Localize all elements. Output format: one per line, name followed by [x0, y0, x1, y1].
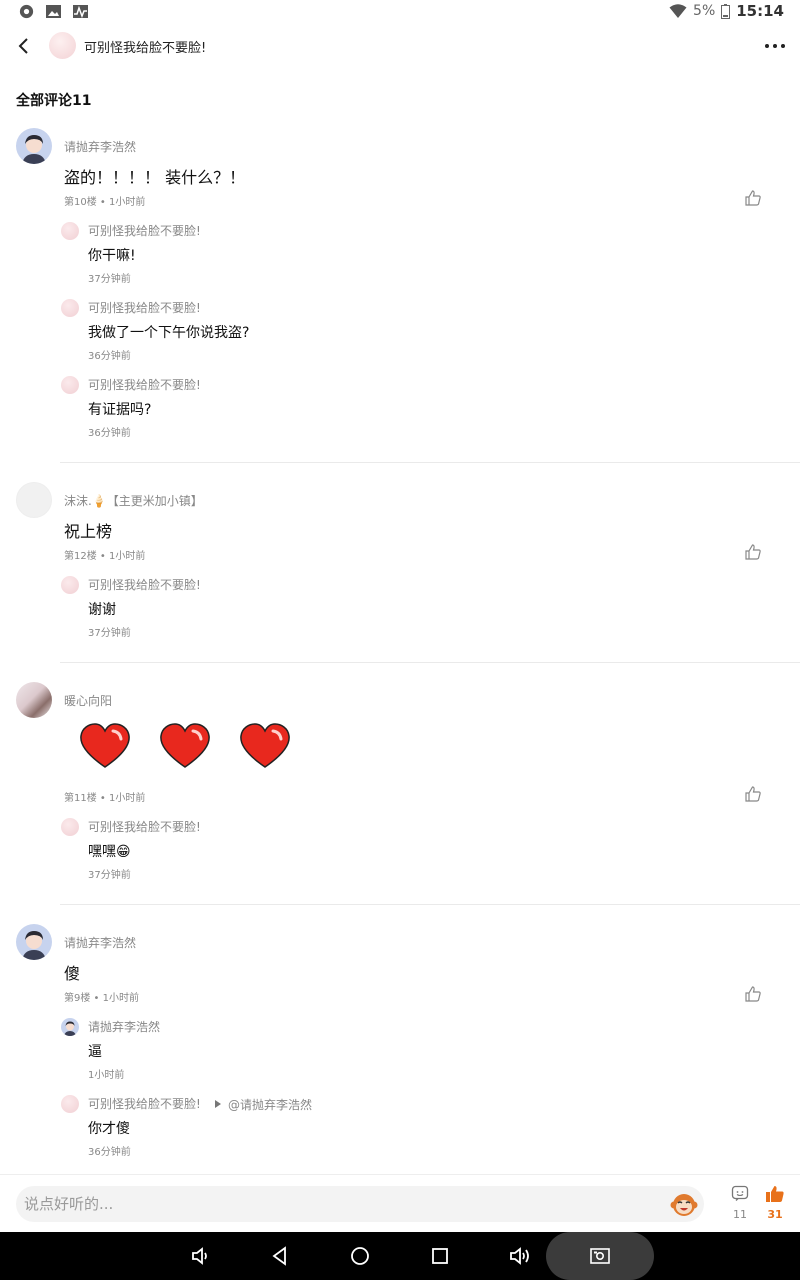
reply-avatar[interactable]: [61, 222, 79, 240]
reply-text: 我做了一个下午你说我盗?: [88, 325, 250, 341]
activity-notification-icon: [73, 5, 88, 19]
more-icon[interactable]: [762, 34, 788, 58]
reply-author[interactable]: 可别怪我给脸不要脸!: [88, 818, 201, 835]
reply-author[interactable]: 请抛弃李浩然: [88, 1018, 160, 1035]
comment-meta: 第9楼 • 1小时前: [64, 993, 139, 1004]
reply-time: 37分钟前: [88, 274, 131, 285]
comment-meta: 第11楼 • 1小时前: [64, 793, 146, 804]
like-icon[interactable]: [744, 985, 762, 1003]
heart-sticker: [80, 723, 130, 768]
reply-author[interactable]: 可别怪我给脸不要脸!: [88, 376, 201, 393]
reply-time: 37分钟前: [88, 628, 131, 639]
wifi-icon: [669, 3, 687, 18]
reply-author[interactable]: 可别怪我给脸不要脸!: [88, 222, 201, 239]
comment-text: 傻: [64, 964, 81, 983]
volume-down-icon[interactable]: [189, 1244, 213, 1268]
comment-icon: [731, 1185, 749, 1201]
battery-icon: [721, 3, 731, 19]
reply-avatar[interactable]: [61, 1018, 79, 1036]
reply-author[interactable]: 可别怪我给脸不要脸!: [88, 576, 201, 593]
reply-arrow-icon: [215, 1100, 221, 1108]
comment-author[interactable]: 沫沫.🍦【主更米加小镇】: [64, 492, 203, 509]
image-notification-icon: [46, 5, 61, 18]
reply-avatar[interactable]: [61, 376, 79, 394]
like-icon[interactable]: [744, 189, 762, 207]
reply-time: 36分钟前: [88, 428, 131, 439]
system-nav-bar: [0, 1232, 800, 1280]
comment-author[interactable]: 暖心向阳: [64, 692, 112, 709]
monkey-emoji-icon[interactable]: [670, 1190, 698, 1218]
status-bar: 5% 15:14: [0, 0, 800, 24]
screenshot-icon: [590, 1248, 610, 1264]
reply-mention[interactable]: @请抛弃李浩然: [228, 1096, 312, 1113]
comments-heading: 全部评论11: [16, 93, 92, 109]
home-nav-icon[interactable]: [348, 1244, 372, 1268]
reply-author[interactable]: 可别怪我给脸不要脸!: [88, 299, 201, 316]
heart-sticker: [160, 723, 210, 768]
heart-sticker: [240, 723, 290, 768]
comment-author[interactable]: 请抛弃李浩然: [64, 934, 136, 951]
reply-text: 你干嘛!: [88, 248, 136, 264]
comment-input[interactable]: [24, 1186, 664, 1222]
like-count-button[interactable]: 31: [757, 1185, 793, 1221]
divider: [60, 904, 800, 905]
comment-bar: 11 31: [0, 1174, 800, 1232]
reply-author[interactable]: 可别怪我给脸不要脸!: [88, 1095, 201, 1112]
avatar[interactable]: [16, 128, 52, 164]
like-count: 31: [767, 1208, 783, 1221]
reply-text: 谢谢: [88, 602, 116, 618]
recents-nav-icon[interactable]: [428, 1244, 452, 1268]
comment-text: 盗的！！！！ 装什么？！: [64, 168, 246, 187]
reply-avatar[interactable]: [61, 1095, 79, 1113]
comment-author[interactable]: 请抛弃李浩然: [64, 138, 136, 155]
reply-avatar[interactable]: [61, 818, 79, 836]
like-icon[interactable]: [744, 543, 762, 561]
comment-count: 11: [733, 1208, 747, 1221]
page-title: 可别怪我给脸不要脸!: [84, 41, 207, 56]
reply-avatar[interactable]: [61, 576, 79, 594]
comment-text: 祝上榜: [64, 522, 113, 541]
avatar[interactable]: [16, 682, 52, 718]
reply-text: 嘿嘿😁: [88, 844, 131, 860]
battery-percent: 5%: [693, 3, 716, 19]
reply-time: 1小时前: [88, 1070, 125, 1081]
like-icon[interactable]: [744, 785, 762, 803]
avatar[interactable]: [16, 482, 52, 518]
back-icon[interactable]: [12, 34, 36, 58]
title-bar: 可别怪我给脸不要脸!: [0, 26, 800, 66]
avatar[interactable]: [16, 924, 52, 960]
app-notification-icon: [19, 4, 34, 19]
comment-meta: 第12楼 • 1小时前: [64, 551, 146, 562]
screenshot-button[interactable]: [546, 1232, 654, 1280]
reply-text: 逼: [88, 1044, 102, 1060]
divider: [60, 662, 800, 663]
reply-text: 有证据吗?: [88, 402, 152, 418]
clock: 15:14: [736, 2, 784, 20]
reply-time: 36分钟前: [88, 351, 131, 362]
volume-up-icon[interactable]: [508, 1244, 532, 1268]
back-nav-icon[interactable]: [268, 1244, 292, 1268]
comment-meta: 第10楼 • 1小时前: [64, 197, 146, 208]
reply-avatar[interactable]: [61, 299, 79, 317]
comment-count-button[interactable]: 11: [722, 1185, 758, 1221]
thumbs-up-icon: [766, 1186, 784, 1202]
author-avatar[interactable]: [49, 32, 76, 59]
divider: [60, 462, 800, 463]
reply-text: 你才傻: [88, 1121, 130, 1137]
reply-time: 36分钟前: [88, 1147, 131, 1158]
reply-time: 37分钟前: [88, 870, 131, 881]
comment-input-container[interactable]: [16, 1186, 704, 1222]
